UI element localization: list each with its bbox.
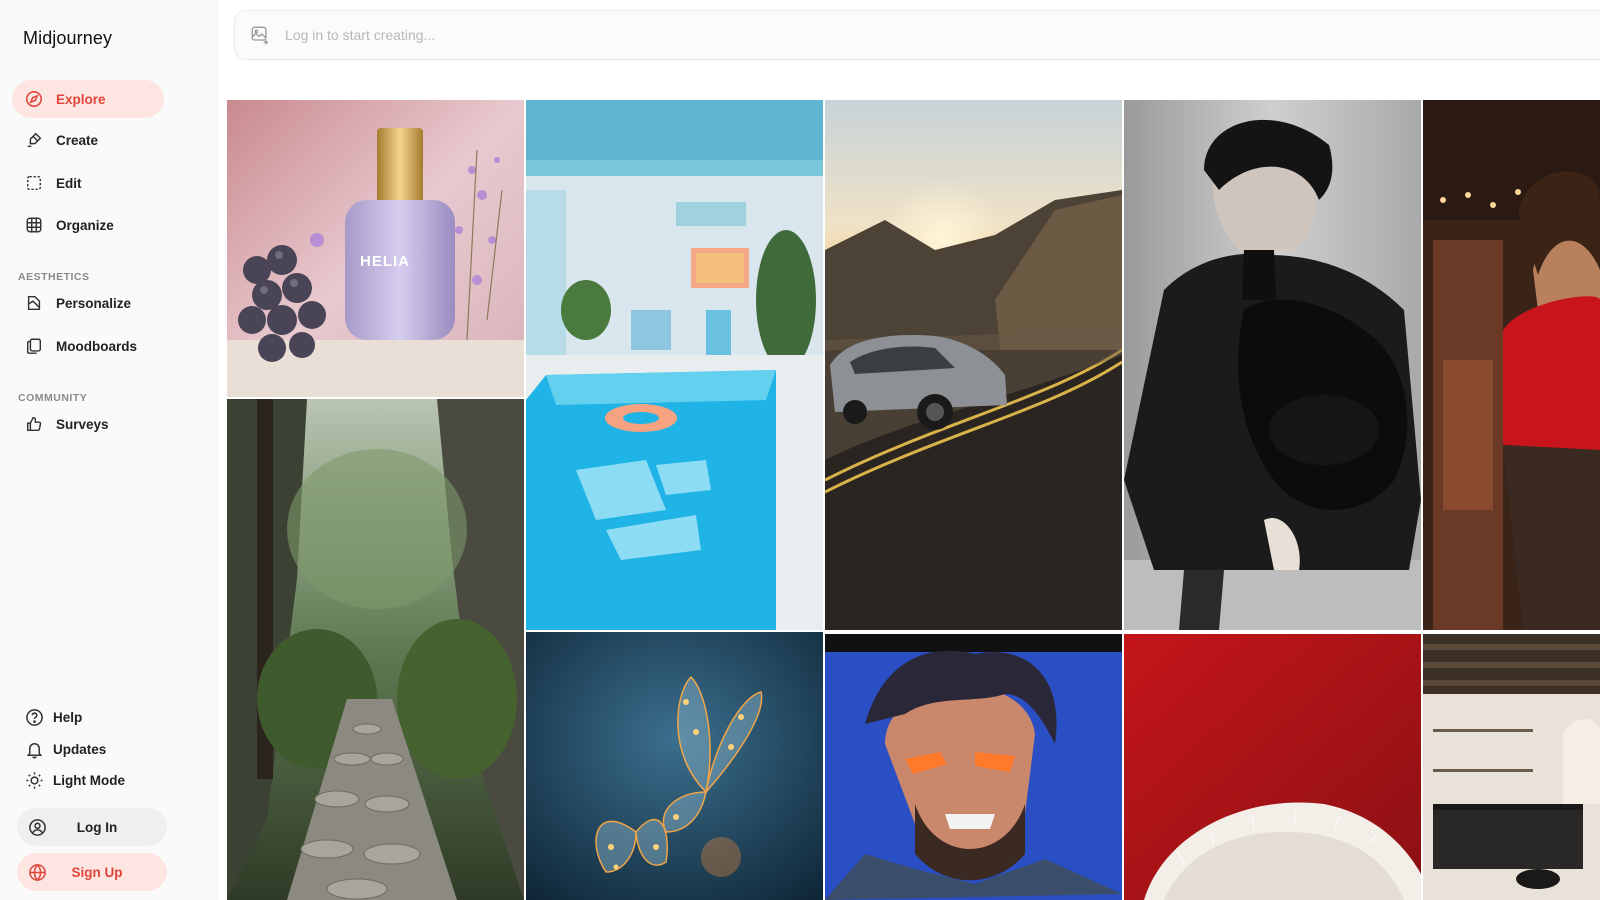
light-mode-toggle[interactable]: Light Mode	[12, 766, 164, 794]
app-logo[interactable]: Midjourney	[23, 28, 112, 49]
sign-up-label: Sign Up	[71, 864, 123, 880]
moodboard-icon	[24, 336, 44, 356]
gallery-image-glowing-butterflies[interactable]	[526, 632, 823, 900]
gallery-image-indoor-pool[interactable]	[526, 100, 823, 630]
grid-icon	[24, 215, 44, 235]
nav-item-explore[interactable]: Explore	[12, 80, 164, 118]
gallery-image-anime-warrior[interactable]	[825, 634, 1122, 900]
brush-icon	[24, 130, 44, 150]
section-label-aesthetics: AESTHETICS	[18, 271, 90, 283]
prompt-input[interactable]	[285, 27, 1185, 43]
log-in-button[interactable]: Log In	[17, 808, 167, 846]
nav-item-label: Create	[56, 132, 99, 148]
help-label: Help	[53, 709, 83, 725]
nav-item-label: Organize	[56, 217, 114, 233]
nav-item-label: Moodboards	[56, 338, 137, 354]
edit-icon	[24, 173, 44, 193]
log-in-label: Log In	[76, 819, 118, 835]
nav-item-personalize[interactable]: Personalize	[12, 284, 164, 322]
gallery-image-kitchen-interior[interactable]	[1423, 634, 1600, 900]
help-link[interactable]: Help	[12, 703, 164, 731]
thumbs-up-icon	[24, 414, 44, 434]
nav-item-edit[interactable]: Edit	[12, 164, 164, 202]
bell-icon	[24, 739, 44, 759]
personalize-icon	[24, 293, 44, 313]
user-circle-icon	[27, 817, 47, 837]
gallery-image-perfume[interactable]: HELIA	[227, 100, 524, 397]
nav-item-label: Personalize	[56, 295, 132, 311]
nav-item-label: Surveys	[56, 416, 109, 432]
nav-item-label: Edit	[56, 175, 82, 191]
nav-item-create[interactable]: Create	[12, 121, 164, 159]
section-label-community: COMMUNITY	[18, 392, 88, 404]
gallery-image-woman-red-sweater[interactable]	[1423, 100, 1600, 630]
light-mode-label: Light Mode	[53, 772, 125, 788]
gallery-image-man-with-dog[interactable]	[1124, 100, 1421, 630]
updates-link[interactable]: Updates	[12, 735, 164, 763]
gallery-image-forest-path[interactable]	[227, 399, 524, 900]
perfume-label: HELIA	[360, 253, 410, 270]
gallery-image-red-white-fur[interactable]	[1124, 634, 1421, 900]
sign-up-button[interactable]: Sign Up	[17, 853, 167, 891]
help-icon	[24, 707, 44, 727]
sidebar: Midjourney Explore Create Edit Organize …	[0, 0, 218, 900]
nav-item-surveys[interactable]: Surveys	[12, 405, 164, 443]
updates-label: Updates	[53, 741, 107, 757]
prompt-bar[interactable]	[234, 10, 1600, 60]
nav-item-label: Explore	[56, 91, 106, 107]
nav-item-moodboards[interactable]: Moodboards	[12, 327, 164, 365]
gallery-image-car-sunset-road[interactable]	[825, 100, 1122, 630]
image-add-icon	[249, 24, 271, 46]
compass-icon	[24, 89, 44, 109]
explore-gallery: HELIA	[227, 100, 1600, 900]
sun-icon	[24, 770, 44, 790]
nav-item-organize[interactable]: Organize	[12, 206, 164, 244]
globe-icon	[27, 862, 47, 882]
